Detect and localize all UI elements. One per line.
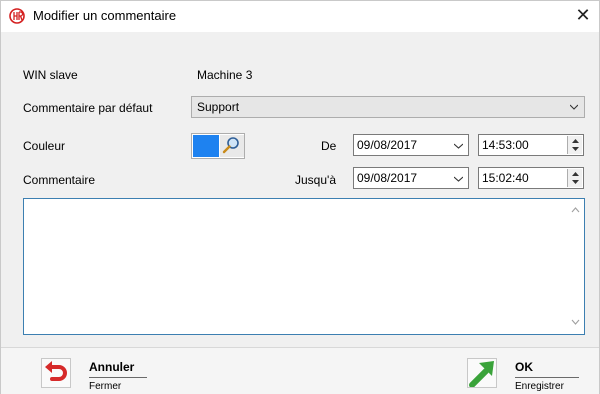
chevron-down-icon[interactable] (454, 141, 463, 150)
color-label: Couleur (23, 139, 66, 153)
app-icon (9, 8, 25, 24)
spin-up-icon[interactable] (571, 170, 580, 178)
default-comment-label: Commentaire par défaut (23, 101, 153, 115)
ok-title[interactable]: OK (515, 360, 533, 374)
ok-subtitle[interactable]: Enregistrer (515, 381, 564, 392)
undo-arrow-icon (45, 361, 67, 381)
to-time-field[interactable]: 15:02:40 (478, 167, 584, 189)
from-time-field[interactable]: 14:53:00 (478, 134, 584, 156)
from-date-value: 09/08/2017 (357, 138, 418, 152)
from-label: De (321, 139, 337, 153)
chevron-down-icon (570, 104, 578, 110)
cancel-divider (89, 377, 147, 378)
default-comment-value: Support (197, 100, 240, 114)
from-time-value: 14:53:00 (482, 138, 529, 152)
from-date-field[interactable]: 09/08/2017 (353, 134, 469, 156)
color-picker[interactable] (191, 133, 245, 159)
window-title: Modifier un commentaire (33, 8, 177, 23)
close-button[interactable]: ✕ (570, 4, 596, 28)
comment-label: Commentaire (23, 173, 96, 187)
default-comment-select[interactable]: Support (191, 96, 585, 118)
to-label: Jusqu'à (295, 173, 336, 187)
cancel-subtitle[interactable]: Fermer (89, 381, 121, 392)
footer-bar: Annuler Fermer OK Enregistrer (1, 347, 599, 394)
form-area: WIN slave Machine 3 Commentaire par défa… (1, 32, 599, 347)
to-date-value: 09/08/2017 (357, 171, 418, 185)
win-slave-label: WIN slave (23, 68, 78, 82)
spin-down-icon[interactable] (571, 145, 580, 153)
close-icon: ✕ (575, 5, 591, 26)
to-time-spinner[interactable] (567, 169, 582, 187)
chevron-down-icon[interactable] (454, 174, 463, 183)
ok-divider (515, 377, 579, 378)
comment-scrollbar[interactable] (567, 199, 584, 334)
color-browse-button[interactable] (220, 135, 244, 157)
dialog-window: Modifier un commentaire ✕ WIN slave Mach… (0, 0, 600, 394)
to-date-field[interactable]: 09/08/2017 (353, 167, 469, 189)
title-bar: Modifier un commentaire ✕ (1, 1, 599, 32)
cancel-button[interactable] (41, 358, 71, 388)
magnifier-icon (222, 137, 239, 154)
green-arrow-icon (469, 361, 494, 388)
spin-down-icon[interactable] (571, 178, 580, 186)
comment-textarea[interactable] (23, 198, 585, 335)
spin-up-icon[interactable] (571, 137, 580, 145)
cancel-title[interactable]: Annuler (89, 360, 134, 374)
ok-button[interactable] (467, 358, 497, 388)
to-time-value: 15:02:40 (482, 171, 529, 185)
win-slave-value: Machine 3 (197, 68, 253, 82)
from-time-spinner[interactable] (567, 136, 582, 154)
scroll-up-icon[interactable] (571, 207, 580, 213)
scroll-down-icon[interactable] (571, 319, 580, 325)
color-preview (193, 135, 219, 157)
